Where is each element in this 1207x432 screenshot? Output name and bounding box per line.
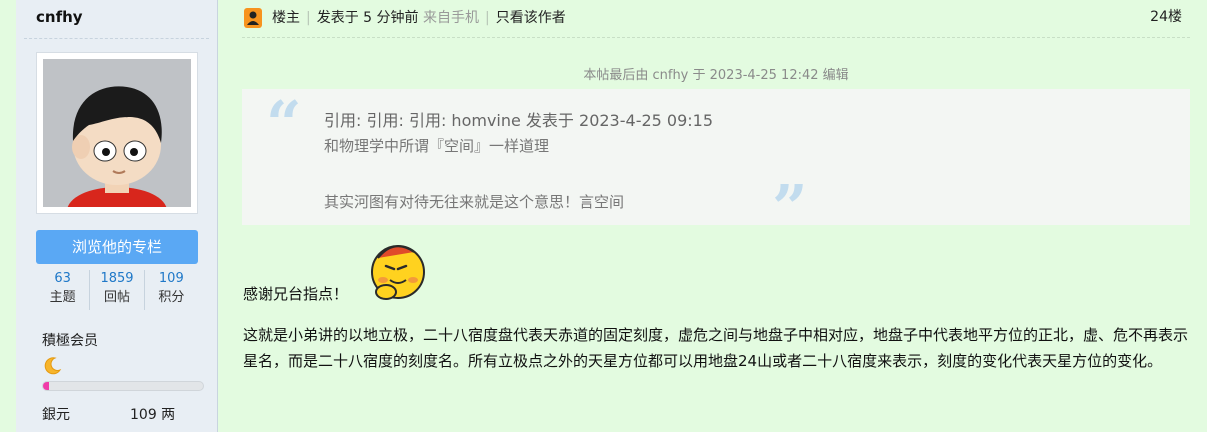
post-thanks-text: 感谢兄台指点！: [243, 285, 349, 303]
floor-number[interactable]: 24楼: [1150, 6, 1182, 26]
post-source: 来自手机: [422, 10, 479, 26]
stat-replies[interactable]: 1859 回帖: [90, 270, 145, 310]
quote-line: 和物理学中所谓『空间』一样道理: [324, 137, 550, 155]
quote-open-icon: “: [266, 87, 302, 160]
avatar-illustration: [43, 59, 191, 207]
stat-points-count[interactable]: 109: [145, 270, 198, 288]
post-header: 楼主 | 发表于 5 分钟前 来自手机 | 只看该作者 24楼: [242, 0, 1190, 38]
browse-column-button[interactable]: 浏览他的专栏: [36, 230, 198, 264]
quote-line: 其实河图有对待无往来就是这个意思！言空间: [324, 193, 625, 211]
meta-separator: |: [484, 10, 490, 26]
moon-icon: [42, 356, 62, 376]
post-meta: 楼主 | 发表于 5 分钟前 来自手机 | 只看该作者: [272, 8, 566, 28]
user-sidebar: cnfhy 浏览他的专栏 63 主题 1859 回帖 109 积分 積極会员 銀…: [16, 0, 218, 432]
stat-topics-count[interactable]: 63: [36, 270, 89, 288]
user-stats: 63 主题 1859 回帖 109 积分: [36, 270, 198, 310]
stat-topics-label: 主题: [49, 290, 76, 305]
post-time: 发表于 5 分钟前: [316, 10, 419, 26]
sidebar-divider: [24, 38, 209, 39]
post-body: 这就是小弟讲的以地立极，二十八宿度盘代表天赤道的固定刻度，虚危之间与地盘子中相对…: [243, 326, 1189, 370]
meta-separator: |: [306, 10, 311, 26]
left-edge: [0, 0, 16, 432]
silver-value: 109 两: [130, 407, 176, 423]
stat-points-label: 积分: [158, 290, 185, 305]
level-progress-fill: [43, 382, 50, 390]
level-progress-bar: [42, 381, 204, 391]
username-link[interactable]: cnfhy: [36, 8, 83, 26]
quote-header: 引用: 引用: 引用: homvine 发表于 2023-4-25 09:15: [324, 111, 714, 130]
stat-replies-count[interactable]: 1859: [90, 270, 143, 288]
author-only-link[interactable]: 只看该作者: [496, 10, 566, 26]
user-rank: 積極会员: [42, 333, 98, 349]
silver-label: 銀元: [42, 407, 70, 423]
op-label: 楼主: [272, 10, 300, 26]
avatar[interactable]: [43, 59, 191, 207]
stat-points[interactable]: 109 积分: [145, 270, 198, 310]
edit-note: 本帖最后由 cnfhy 于 2023-4-25 12:42 编辑: [583, 68, 849, 83]
quote-block: “ 引用: 引用: 引用: homvine 发表于 2023-4-25 09:1…: [242, 87, 1190, 239]
bowing-emoji-icon: [364, 236, 430, 302]
user-badge-icon: [244, 8, 262, 28]
quote-close-icon: ”: [772, 171, 808, 244]
avatar-frame[interactable]: [36, 52, 198, 214]
stat-replies-label: 回帖: [103, 290, 130, 305]
stat-topics[interactable]: 63 主题: [36, 270, 91, 310]
